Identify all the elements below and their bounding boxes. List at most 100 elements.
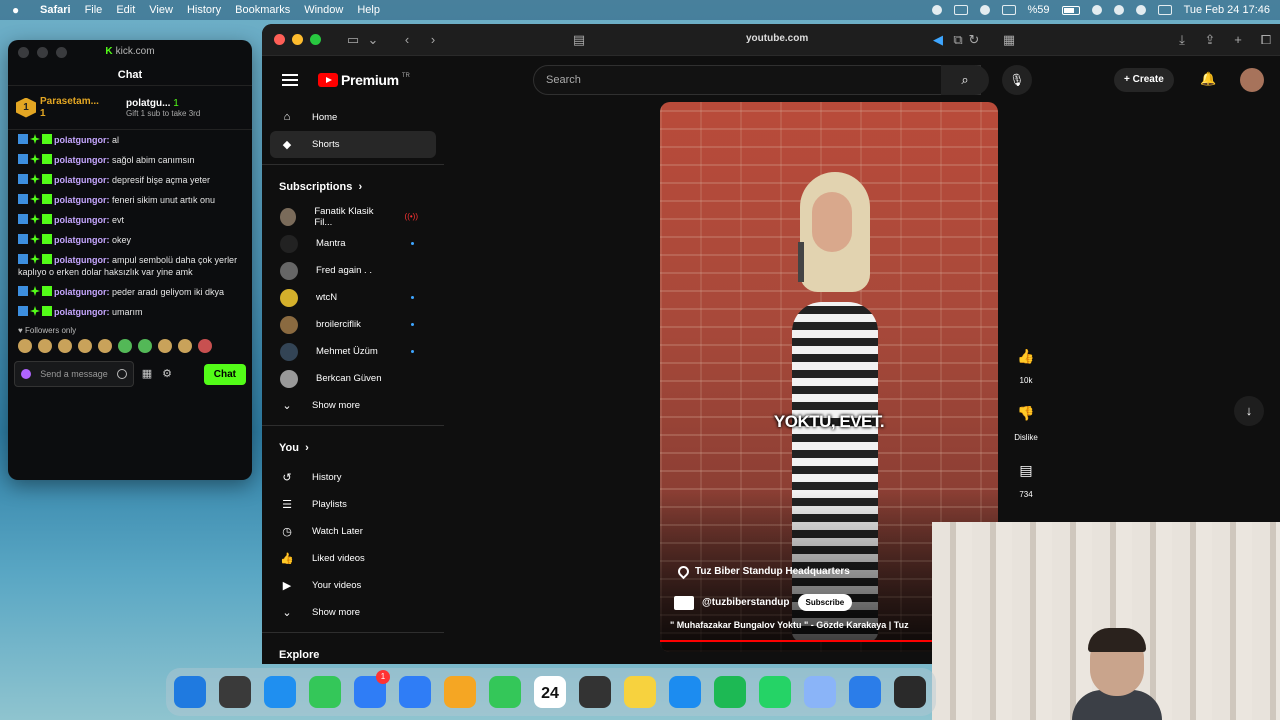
sidebar-item-home[interactable]: ⌂ Home — [262, 104, 444, 131]
gift-leader-second[interactable]: polatgu... 1 Gift 1 sub to take 3rd — [126, 98, 200, 118]
chat-username[interactable]: polatgungor: — [54, 135, 110, 145]
display-icon[interactable] — [1001, 5, 1016, 15]
emote-icon[interactable] — [78, 339, 92, 353]
emote-icon[interactable] — [58, 339, 72, 353]
minimize-button[interactable] — [292, 34, 303, 45]
chat-username[interactable]: polatgungor: — [54, 307, 110, 317]
channel-handle[interactable]: @tuzbiberstandup — [702, 597, 790, 608]
status-network-icon[interactable] — [979, 5, 990, 15]
video-title[interactable]: " Muhafazakar Bungalov Yoktu " - Gözde K… — [670, 620, 909, 630]
menu-edit[interactable]: Edit — [116, 4, 135, 16]
subscribe-button[interactable]: Subscribe — [797, 594, 853, 611]
chat-username[interactable]: polatgungor: — [54, 155, 110, 165]
menu-window[interactable]: Window — [304, 4, 343, 16]
photos-icon[interactable] — [444, 676, 476, 708]
you-heading[interactable]: You › — [262, 432, 444, 464]
mic-icon[interactable] — [21, 369, 31, 379]
channel-avatar[interactable] — [674, 595, 694, 610]
chat-username[interactable]: polatgungor: — [54, 175, 110, 185]
emote-icon[interactable] — [98, 339, 112, 353]
whatsapp-icon[interactable] — [759, 676, 791, 708]
app-store-icon[interactable] — [669, 676, 701, 708]
xcode-icon[interactable] — [399, 676, 431, 708]
emote-icon[interactable] — [38, 339, 52, 353]
avatar[interactable] — [1240, 68, 1264, 92]
reload-icon[interactable]: ↻ — [964, 32, 984, 48]
chat-username[interactable]: polatgungor: — [54, 195, 110, 205]
next-video-button[interactable]: ↓ — [1234, 396, 1264, 426]
grid-icon[interactable]: ▦ — [999, 32, 1019, 48]
voice-search-button[interactable]: 🎙 — [1002, 65, 1032, 95]
subscription-item[interactable]: Mantra — [262, 230, 444, 257]
new-tab-icon[interactable]: + — [1228, 32, 1248, 47]
emote-icon[interactable] — [18, 339, 32, 353]
show-more-subscriptions[interactable]: ⌄ Show more — [262, 392, 444, 419]
subscriptions-heading[interactable]: Subscriptions › — [262, 171, 444, 203]
control-center-icon[interactable] — [1157, 5, 1172, 15]
dislike-action[interactable]: 👎 Dislike — [1006, 397, 1046, 442]
emote-icon[interactable] — [198, 339, 212, 353]
sidebar-item-watch-later[interactable]: ◷ Watch Later — [262, 518, 444, 545]
emote-icon[interactable] — [158, 339, 172, 353]
chat-username[interactable]: polatgungor: — [54, 235, 110, 245]
emote-icon[interactable] — [118, 339, 132, 353]
sidebar-item-history[interactable]: ↺ History — [262, 464, 444, 491]
create-button[interactable]: + Create — [1114, 68, 1174, 92]
emote-icon[interactable] — [178, 339, 192, 353]
safari-icon[interactable] — [264, 676, 296, 708]
forward-icon[interactable]: › — [423, 32, 443, 47]
gift-leader-first[interactable]: 1 Parasetam... 1 — [16, 96, 126, 120]
close-button[interactable] — [274, 34, 285, 45]
subscription-item[interactable]: Mehmet Üzüm — [262, 338, 444, 365]
emote-icon[interactable] — [138, 339, 152, 353]
zoom-button[interactable] — [310, 34, 321, 45]
show-more-you[interactable]: ⌄ Show more — [262, 599, 444, 626]
apple-menu-icon[interactable]: ● — [12, 3, 32, 17]
siri-icon[interactable] — [1135, 5, 1146, 15]
chat-username[interactable]: polatgungor: — [54, 215, 110, 225]
back-icon[interactable]: ‹ — [397, 32, 417, 47]
youtube-logo[interactable]: Premium TR — [318, 72, 410, 88]
subscription-item[interactable]: Berkcan Güven — [262, 365, 444, 392]
reminders-icon[interactable] — [579, 676, 611, 708]
address-bar[interactable]: youtube.com — [746, 33, 808, 44]
video-location[interactable]: Tuz Biber Standup Headquarters — [675, 563, 850, 580]
menu-view[interactable]: View — [149, 4, 173, 16]
clock[interactable]: Tue Feb 24 17:46 — [1184, 4, 1270, 16]
download-icon[interactable]: ⤓ — [1172, 32, 1192, 48]
notes-icon[interactable] — [624, 676, 656, 708]
menu-help[interactable]: Help — [357, 4, 380, 16]
settings-gear-icon[interactable]: ⚙ — [160, 367, 174, 381]
menu-history[interactable]: History — [187, 4, 221, 16]
sidebar-item-shorts[interactable]: ◆ Shorts — [270, 131, 436, 158]
battery-icon[interactable] — [1061, 5, 1080, 15]
facetime-icon[interactable] — [489, 676, 521, 708]
subscription-item[interactable]: wtcN — [262, 284, 444, 311]
search-button[interactable]: ⌕ — [941, 65, 989, 95]
emoji-icon[interactable] — [117, 369, 127, 379]
subscription-item[interactable]: broilerciflik — [262, 311, 444, 338]
comments-action[interactable]: ▤ 734 — [1006, 454, 1046, 499]
menu-safari[interactable]: Safari — [40, 4, 71, 16]
menu-icon[interactable] — [282, 71, 298, 89]
chat-send-button[interactable]: Chat — [203, 363, 246, 385]
chat-message-input[interactable]: Send a message — [14, 361, 134, 387]
chevron-down-icon[interactable]: ⌄ — [363, 32, 383, 48]
sidebar-item-playlists[interactable]: ☰ Playlists — [262, 491, 444, 518]
sidebar-item-your-videos[interactable]: ▶ Your videos — [262, 572, 444, 599]
tabs-overview-icon[interactable]: ⧠ — [1256, 32, 1276, 48]
chat-username[interactable]: polatgungor: — [54, 255, 110, 265]
messages-icon[interactable] — [309, 676, 341, 708]
chat-username[interactable]: polatgungor: — [54, 287, 110, 297]
screen-record-icon[interactable] — [953, 5, 968, 15]
search-input[interactable]: Search — [533, 65, 981, 95]
preview-icon[interactable] — [804, 676, 836, 708]
spotify-icon[interactable] — [714, 676, 746, 708]
mail-icon[interactable]: 1 — [354, 670, 390, 708]
status-app-icon[interactable] — [931, 5, 942, 15]
share-icon[interactable]: ⇪ — [1200, 32, 1220, 48]
search-icon[interactable] — [1113, 5, 1124, 15]
notifications-bell-icon[interactable]: 🔔 — [1200, 71, 1216, 87]
like-action[interactable]: 👍 10k — [1006, 340, 1046, 385]
finder-icon[interactable] — [174, 676, 206, 708]
